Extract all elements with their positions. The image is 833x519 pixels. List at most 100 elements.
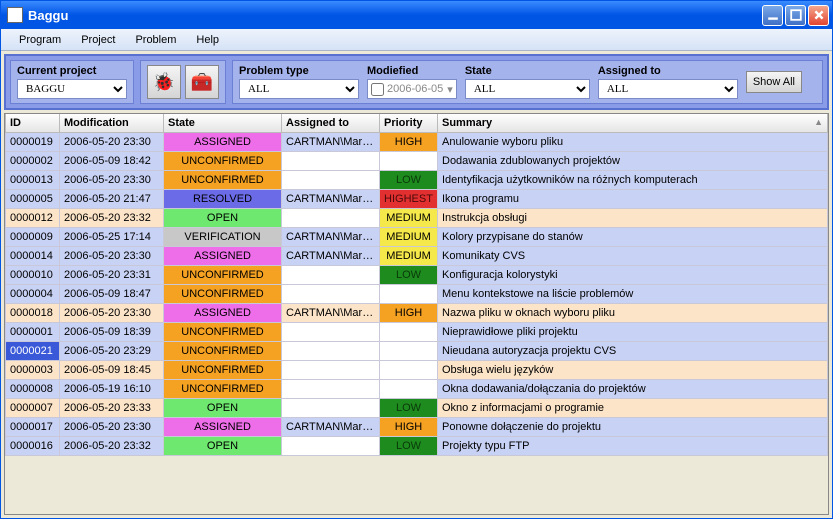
cell-modification[interactable]: 2006-05-09 18:47 [60, 284, 164, 303]
table-row[interactable]: 00000212006-05-20 23:29UNCONFIRMEDNieuda… [6, 341, 828, 360]
cell-id[interactable]: 0000010 [6, 265, 60, 284]
menu-problem[interactable]: Problem [125, 32, 186, 48]
table-scroll[interactable]: ID Modification State Assigned to Priori… [5, 114, 828, 514]
cell-priority[interactable]: LOW [380, 398, 438, 417]
cell-summary[interactable]: Okna dodawania/dołączania do projektów [438, 379, 828, 398]
cell-summary[interactable]: Dodawania zdublowanych projektów [438, 151, 828, 170]
cell-modification[interactable]: 2006-05-20 23:30 [60, 303, 164, 322]
cell-priority[interactable]: MEDIUM [380, 208, 438, 227]
col-modification[interactable]: Modification [60, 114, 164, 132]
cell-id[interactable]: 0000005 [6, 189, 60, 208]
cell-priority[interactable]: LOW [380, 265, 438, 284]
cell-id[interactable]: 0000007 [6, 398, 60, 417]
col-state[interactable]: State [164, 114, 282, 132]
cell-summary[interactable]: Nieprawidłowe pliki projektu [438, 322, 828, 341]
modified-date-picker[interactable]: 2006-06-05 ▾ [367, 79, 457, 99]
cell-priority[interactable] [380, 284, 438, 303]
table-row[interactable]: 00000012006-05-09 18:39UNCONFIRMEDNiepra… [6, 322, 828, 341]
cell-summary[interactable]: Obsługa wielu języków [438, 360, 828, 379]
cell-assigned[interactable] [282, 341, 380, 360]
assigned-select[interactable]: ALL [598, 79, 738, 99]
cell-state[interactable]: UNCONFIRMED [164, 284, 282, 303]
cell-id[interactable]: 0000004 [6, 284, 60, 303]
cell-modification[interactable]: 2006-05-20 23:30 [60, 132, 164, 151]
show-all-button[interactable]: Show All [746, 71, 802, 93]
cell-state[interactable]: ASSIGNED [164, 132, 282, 151]
titlebar[interactable]: Baggu [1, 1, 832, 29]
cell-priority[interactable] [380, 360, 438, 379]
menu-project[interactable]: Project [71, 32, 125, 48]
current-project-select[interactable]: BAGGU [17, 79, 127, 99]
cell-priority[interactable] [380, 151, 438, 170]
cell-state[interactable]: UNCONFIRMED [164, 151, 282, 170]
cell-assigned[interactable]: CARTMAN\Marcin [282, 132, 380, 151]
problem-type-select[interactable]: ALL [239, 79, 359, 99]
cell-priority[interactable]: LOW [380, 436, 438, 455]
cell-priority[interactable]: MEDIUM [380, 227, 438, 246]
cell-assigned[interactable]: CARTMAN\Marcin [282, 227, 380, 246]
cell-id[interactable]: 0000003 [6, 360, 60, 379]
cell-id[interactable]: 0000016 [6, 436, 60, 455]
cell-assigned[interactable]: CARTMAN\Marcin [282, 417, 380, 436]
table-row[interactable]: 00000032006-05-09 18:45UNCONFIRMEDObsług… [6, 360, 828, 379]
cell-priority[interactable]: LOW [380, 170, 438, 189]
cell-modification[interactable]: 2006-05-20 23:31 [60, 265, 164, 284]
cell-state[interactable]: OPEN [164, 398, 282, 417]
cell-state[interactable]: OPEN [164, 436, 282, 455]
cell-assigned[interactable]: CARTMAN\Marcin [282, 246, 380, 265]
cell-state[interactable]: VERIFICATION [164, 227, 282, 246]
cell-id[interactable]: 0000018 [6, 303, 60, 322]
cell-summary[interactable]: Okno z informacjami o programie [438, 398, 828, 417]
cell-modification[interactable]: 2006-05-20 23:30 [60, 170, 164, 189]
table-row[interactable]: 00000052006-05-20 21:47RESOLVEDCARTMAN\M… [6, 189, 828, 208]
cell-modification[interactable]: 2006-05-25 17:14 [60, 227, 164, 246]
cell-assigned[interactable] [282, 379, 380, 398]
cell-priority[interactable]: HIGH [380, 303, 438, 322]
minimize-button[interactable] [762, 5, 783, 26]
cell-modification[interactable]: 2006-05-09 18:39 [60, 322, 164, 341]
cell-assigned[interactable] [282, 360, 380, 379]
menu-help[interactable]: Help [186, 32, 229, 48]
table-row[interactable]: 00000162006-05-20 23:32OPEN LOWProjekty t… [6, 436, 828, 455]
col-priority[interactable]: Priority [380, 114, 438, 132]
cell-priority[interactable]: HIGH [380, 417, 438, 436]
cell-summary[interactable]: Instrukcja obsługi [438, 208, 828, 227]
cell-priority[interactable]: HIGH [380, 132, 438, 151]
cell-modification[interactable]: 2006-05-20 23:32 [60, 436, 164, 455]
state-select[interactable]: ALL [465, 79, 590, 99]
cell-id[interactable]: 0000008 [6, 379, 60, 398]
cell-assigned[interactable] [282, 265, 380, 284]
cell-assigned[interactable] [282, 322, 380, 341]
cell-priority[interactable] [380, 379, 438, 398]
maximize-button[interactable] [785, 5, 806, 26]
cell-assigned[interactable] [282, 436, 380, 455]
cell-state[interactable]: ASSIGNED [164, 303, 282, 322]
table-row[interactable]: 00000042006-05-09 18:47UNCONFIRMEDMenu k… [6, 284, 828, 303]
cell-assigned[interactable] [282, 398, 380, 417]
cell-modification[interactable]: 2006-05-20 23:33 [60, 398, 164, 417]
table-row[interactable]: 00000102006-05-20 23:31UNCONFIRMEDLOWKon… [6, 265, 828, 284]
cell-id[interactable]: 0000012 [6, 208, 60, 227]
toolbox-icon-button[interactable]: 🧰 [185, 65, 219, 99]
cell-modification[interactable]: 2006-05-20 23:30 [60, 417, 164, 436]
modified-checkbox[interactable] [371, 83, 384, 96]
cell-id[interactable]: 0000019 [6, 132, 60, 151]
col-assigned[interactable]: Assigned to [282, 114, 380, 132]
table-row[interactable]: 00000192006-05-20 23:30ASSIGNEDCARTMAN\M… [6, 132, 828, 151]
cell-summary[interactable]: Projekty typu FTP [438, 436, 828, 455]
cell-state[interactable]: UNCONFIRMED [164, 379, 282, 398]
cell-summary[interactable]: Anulowanie wyboru pliku [438, 132, 828, 151]
cell-modification[interactable]: 2006-05-09 18:45 [60, 360, 164, 379]
cell-summary[interactable]: Komunikaty CVS [438, 246, 828, 265]
cell-state[interactable]: UNCONFIRMED [164, 170, 282, 189]
cell-priority[interactable]: HIGHEST [380, 189, 438, 208]
cell-state[interactable]: ASSIGNED [164, 417, 282, 436]
table-row[interactable]: 00000142006-05-20 23:30ASSIGNEDCARTMAN\M… [6, 246, 828, 265]
cell-id[interactable]: 0000013 [6, 170, 60, 189]
cell-state[interactable]: OPEN [164, 208, 282, 227]
menu-program[interactable]: Program [9, 32, 71, 48]
cell-modification[interactable]: 2006-05-20 21:47 [60, 189, 164, 208]
table-row[interactable]: 00000072006-05-20 23:33OPEN LOWOkno z inf… [6, 398, 828, 417]
cell-modification[interactable]: 2006-05-20 23:29 [60, 341, 164, 360]
cell-assigned[interactable] [282, 208, 380, 227]
